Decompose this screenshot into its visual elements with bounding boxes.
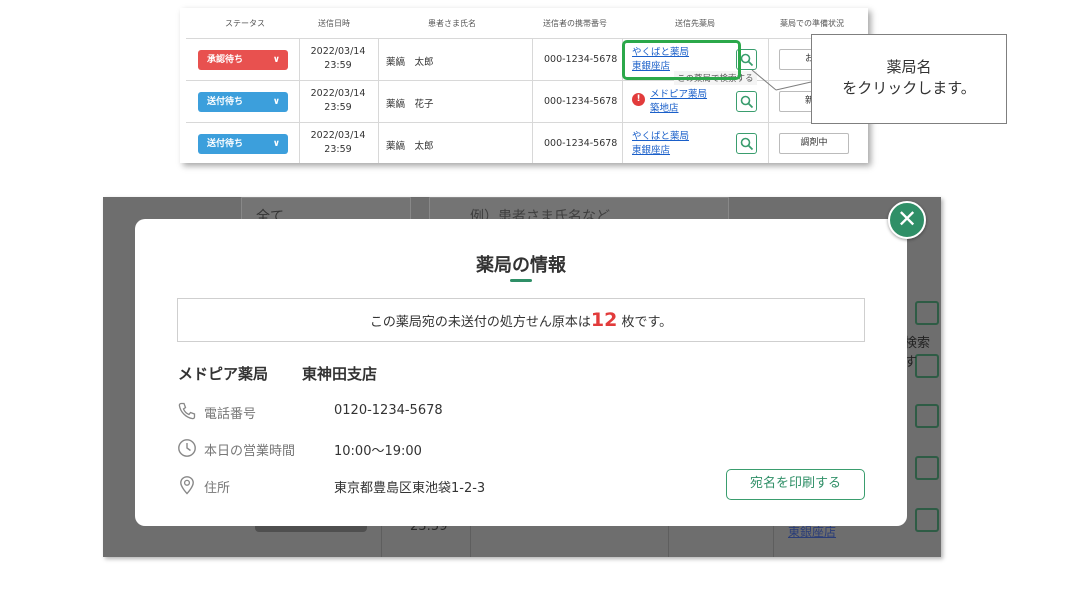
prep-status-button[interactable]: 調剤中: [779, 133, 849, 154]
status-dropdown[interactable]: 承認待ち ∨: [198, 50, 288, 70]
table-header: ステータス 送信日時 患者さま氏名 送信者の携帯番号 送信先薬局 薬局での準備状…: [180, 8, 868, 38]
search-icon: [915, 456, 939, 480]
chevron-down-icon: ∨: [272, 55, 280, 65]
table-row: 送付待ち ∨ 2022/03/14 23:59 薬縞 太郎 000-1234-56…: [186, 122, 868, 163]
phone-icon: [178, 402, 196, 420]
status-dropdown[interactable]: 送付待ち ∨: [198, 134, 288, 154]
status-label: 送付待ち: [207, 97, 244, 107]
unsent-count: 12: [590, 309, 618, 331]
sender-phone: 000-1234-5678: [544, 96, 618, 107]
callout-line-1: 薬局名: [886, 58, 932, 76]
divider: [768, 39, 769, 80]
col-phone-header: 送信者の携帯番号: [543, 19, 607, 28]
col-name-header: 患者さま氏名: [428, 19, 476, 28]
divider: [378, 123, 379, 163]
sent-datetime: 2022/03/14 23:59: [298, 45, 378, 73]
sender-phone: 000-1234-5678: [544, 138, 618, 149]
pharmacy-link-branch: 東銀座店: [632, 145, 671, 156]
divider: [768, 81, 769, 122]
title-underline: [510, 279, 532, 282]
search-icon: [915, 301, 939, 325]
col-status-header: ステータス: [225, 19, 265, 28]
chevron-down-icon: ∨: [272, 139, 280, 149]
sent-date: 2022/03/14: [310, 46, 366, 57]
request-table-screenshot: ステータス 送信日時 患者さま氏名 送信者の携帯番号 送信先薬局 薬局での準備状…: [180, 8, 868, 163]
sent-datetime: 2022/03/14 23:59: [298, 129, 378, 157]
divider: [532, 81, 533, 122]
bg-search-tooltip: 検索す: [904, 336, 931, 370]
sender-phone: 000-1234-5678: [544, 54, 618, 65]
col-prep-header: 薬局での準備状況: [780, 19, 844, 28]
sent-datetime: 2022/03/14 23:59: [298, 87, 378, 115]
status-label: 承認待ち: [207, 55, 244, 65]
hours-row: 本日の営業時間 10:00〜19:00: [177, 438, 777, 460]
branch-name: 東神田支店: [302, 365, 378, 383]
close-icon[interactable]: ✕: [888, 201, 926, 239]
pharmacy-link-name: やくばと薬局: [632, 131, 690, 142]
divider: [768, 123, 769, 163]
table-row: 送付待ち ∨ 2022/03/14 23:59 薬縞 花子 000-1234-56…: [186, 80, 868, 122]
search-icon: [915, 404, 939, 428]
sent-time: 23:59: [324, 102, 352, 113]
notice-text-before: この薬局宛の未送付の処方せん原本は: [369, 315, 591, 330]
col-datetime-header: 送信日時: [318, 19, 350, 28]
phone-value: 0120-1234-5678: [334, 403, 443, 418]
unsent-notice: この薬局宛の未送付の処方せん原本は12 枚です。: [177, 298, 865, 342]
pharmacy-highlight-box: [622, 40, 741, 80]
warning-icon: !: [632, 93, 645, 106]
location-pin-icon: [180, 476, 194, 495]
patient-name: 薬縞 太郎: [386, 57, 434, 68]
pharmacy-info-modal-screenshot: 全て 例）患者さま氏名など 検索す 23:59 東銀座店 薬局の情報 この薬局宛…: [103, 197, 941, 557]
search-icon: [740, 95, 754, 109]
divider: [622, 81, 623, 122]
divider: [532, 123, 533, 163]
search-icon: [915, 508, 939, 532]
divider: [378, 81, 379, 122]
sent-time: 23:59: [324, 144, 352, 155]
hours-value: 10:00〜19:00: [334, 444, 422, 459]
hours-label: 本日の営業時間: [204, 444, 296, 459]
sent-time: 23:59: [324, 60, 352, 71]
search-icon: [740, 137, 754, 151]
address-value: 東京都豊島区東池袋1-2-3: [334, 481, 486, 496]
pharmacy-info-modal: 薬局の情報 この薬局宛の未送付の処方せん原本は12 枚です。 メドピア薬局 東神…: [135, 219, 907, 526]
divider: [532, 39, 533, 80]
pharmacy-name: メドピア薬局: [178, 365, 269, 383]
phone-label: 電話番号: [204, 407, 257, 422]
search-icon: [740, 53, 754, 67]
divider: [622, 123, 623, 163]
status-dropdown[interactable]: 送付待ち ∨: [198, 92, 288, 112]
divider: [378, 39, 379, 80]
clock-icon: [178, 439, 196, 457]
modal-title: 薬局の情報: [476, 255, 566, 276]
chevron-down-icon: ∨: [272, 97, 280, 107]
address-label: 住所: [204, 481, 231, 496]
phone-row: 電話番号 0120-1234-5678: [177, 401, 777, 423]
pharmacy-link-name: メドピア薬局: [650, 89, 708, 100]
patient-name: 薬縞 花子: [386, 99, 434, 110]
callout-line-2: をクリックします。: [842, 79, 976, 97]
sent-date: 2022/03/14: [310, 88, 366, 99]
pharmacy-link-branch: 築地店: [650, 103, 679, 114]
patient-name: 薬縞 太郎: [386, 141, 434, 152]
table-row: 承認待ち ∨ 2022/03/14 23:59 薬縞 太郎 000-1234-56…: [186, 38, 868, 80]
instruction-callout: 薬局名 をクリックします。: [811, 34, 1007, 124]
tutorial-page: ステータス 送信日時 患者さま氏名 送信者の携帯番号 送信先薬局 薬局での準備状…: [0, 0, 1073, 594]
notice-text-after: 枚です。: [621, 315, 673, 330]
col-pharmacy-header: 送信先薬局: [675, 19, 715, 28]
pharmacy-link[interactable]: メドピア薬局 築地店: [650, 88, 707, 116]
pharmacy-search-button[interactable]: [736, 133, 757, 154]
print-address-button[interactable]: 宛名を印刷する: [726, 469, 865, 500]
status-label: 送付待ち: [207, 139, 244, 149]
pharmacy-search-button[interactable]: [736, 91, 757, 112]
sent-date: 2022/03/14: [310, 130, 366, 141]
pharmacy-link[interactable]: やくばと薬局 東銀座店: [632, 130, 689, 158]
address-row: 住所 東京都豊島区東池袋1-2-3: [177, 475, 777, 497]
